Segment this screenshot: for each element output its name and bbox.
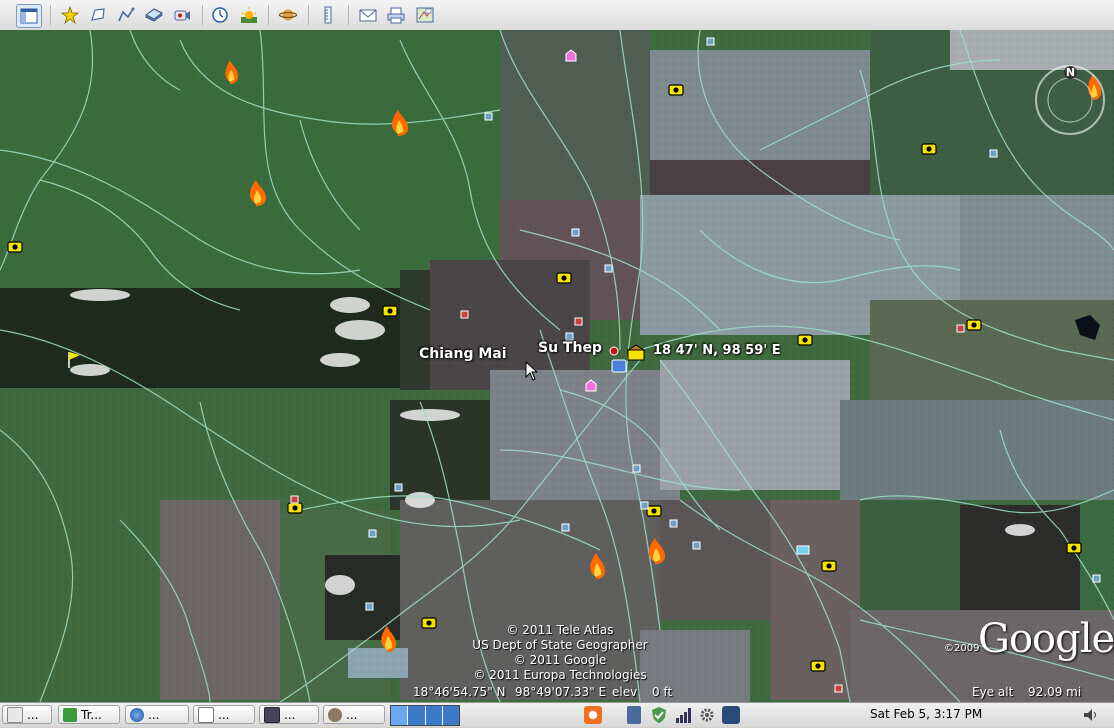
status-elev-label: elev <box>612 685 638 699</box>
folder-icon[interactable] <box>722 706 740 724</box>
status-latitude: 18°46'54.75" N <box>413 685 506 699</box>
taskbar-item-gimp[interactable]: ... <box>323 705 385 724</box>
gimp-icon <box>328 707 342 722</box>
clock[interactable]: Sat Feb 5, 3:17 PM <box>870 707 982 721</box>
sunlight-button[interactable] <box>237 4 261 26</box>
label-su-thep[interactable]: Su Thep <box>538 340 602 356</box>
map-view[interactable]: Chiang Mai Su Thep 18 47' N, 98 59' E N … <box>0 30 1114 702</box>
record-tour-button[interactable] <box>170 4 194 26</box>
workspace-1[interactable] <box>391 706 409 725</box>
taskbar-item-doc[interactable]: ... <box>193 705 255 724</box>
leaf-icon <box>63 707 77 722</box>
gear-icon[interactable] <box>698 706 716 724</box>
toolbar-separator <box>348 5 349 25</box>
shield-check-icon[interactable] <box>650 706 668 724</box>
view-in-maps-button[interactable] <box>413 4 437 26</box>
email-icon <box>359 9 377 22</box>
switch-to-sky-button[interactable] <box>276 4 300 26</box>
taskbar-item-window[interactable]: ... <box>259 705 319 724</box>
taskbar-item-label: ... <box>148 707 160 722</box>
label-coordinates: 18 47' N, 98 59' E <box>653 343 781 358</box>
status-eye-alt-value: 92.09 mi <box>1028 685 1082 699</box>
taskbar: ... Tr... ... ... ... ... Sat Feb 5, 3:1… <box>0 702 1114 727</box>
toolbar-separator <box>268 5 269 25</box>
status-longitude: 98°49'07.33" E <box>515 685 607 699</box>
taskbar-item-label: ... <box>284 707 296 722</box>
toolbar-separator <box>50 5 51 25</box>
add-image-overlay-button[interactable] <box>142 4 166 26</box>
planet-icon <box>279 9 297 21</box>
sidebar-icon <box>20 8 38 24</box>
record-tour-icon <box>174 10 190 21</box>
path-icon <box>118 7 135 22</box>
workspace-pager[interactable] <box>390 705 460 726</box>
workspace-4[interactable] <box>443 706 459 725</box>
label-chiang-mai[interactable]: Chiang Mai <box>419 346 507 362</box>
attribution-line: © 2011 Europa Technologies <box>473 668 647 682</box>
location-dot <box>609 346 619 356</box>
add-path-button[interactable] <box>114 4 138 26</box>
polygon-icon <box>91 8 105 21</box>
logo-year: ©2009 <box>944 643 980 654</box>
workspace-3[interactable] <box>426 706 443 725</box>
attribution-line: © 2011 Google <box>513 653 607 667</box>
taskbar-item-label: ... <box>27 707 39 722</box>
print-icon <box>387 7 405 24</box>
toolbar-separator <box>202 5 203 25</box>
historical-imagery-button[interactable] <box>208 4 232 26</box>
add-polygon-button[interactable] <box>86 4 110 26</box>
toolbar <box>0 0 1114 31</box>
status-eye-alt-label: Eye alt <box>972 685 1014 699</box>
attribution: © 2011 Tele Atlas US Dept of State Geogr… <box>440 623 680 683</box>
taskbar-item-label: Tr... <box>81 707 102 722</box>
workspace-2[interactable] <box>408 706 426 725</box>
terminal-icon <box>264 706 280 723</box>
volume-icon[interactable] <box>1082 706 1100 724</box>
toolbar-separator <box>308 5 309 25</box>
window-icon <box>7 706 23 723</box>
document-icon <box>198 706 214 723</box>
map-icon <box>416 7 434 23</box>
clock-icon <box>212 7 228 23</box>
status-elev-value: 0 ft <box>652 685 673 699</box>
attribution-line: © 2011 Tele Atlas <box>506 623 614 637</box>
sidebar-toggle-button[interactable] <box>16 4 42 28</box>
network-icon[interactable] <box>627 706 641 724</box>
attribution-line: US Dept of State Geographer <box>472 638 648 652</box>
satellite-imagery <box>0 30 1114 702</box>
taskbar-item-terminal[interactable]: Tr... <box>58 705 120 724</box>
add-placemark-button[interactable] <box>58 4 82 26</box>
print-button[interactable] <box>384 4 408 26</box>
taskbar-item-label: ... <box>218 707 230 722</box>
signal-bars-icon[interactable] <box>675 706 693 724</box>
xampp-icon[interactable] <box>584 706 602 724</box>
airport-marker <box>611 359 627 373</box>
compass-north[interactable]: N <box>1064 66 1077 79</box>
ruler-button[interactable] <box>316 4 340 26</box>
taskbar-item-1[interactable]: ... <box>2 705 52 724</box>
image-overlay-icon <box>145 8 163 22</box>
ruler-icon <box>324 6 332 24</box>
placemark-icon <box>61 6 79 24</box>
google-logo: Google <box>978 616 1114 662</box>
globe-icon <box>130 707 144 722</box>
email-button[interactable] <box>356 4 380 26</box>
sun-icon <box>241 7 257 23</box>
taskbar-item-label: ... <box>346 707 358 722</box>
taskbar-item-earth[interactable]: ... <box>125 705 189 724</box>
hospital-marker <box>796 545 810 555</box>
